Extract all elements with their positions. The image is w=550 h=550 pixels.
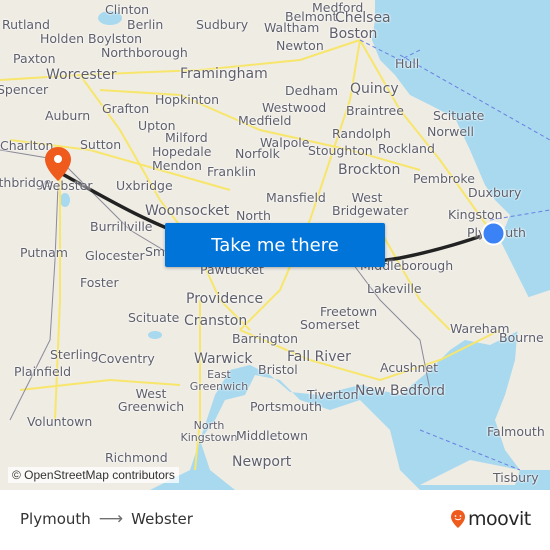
place-label: Plainfield bbox=[14, 364, 72, 379]
place-label: Barrington bbox=[232, 331, 299, 346]
place-label: Duxbury bbox=[468, 185, 522, 200]
place-label: Chelsea bbox=[335, 10, 391, 26]
place-label: Hull bbox=[395, 56, 420, 71]
place-label: Stoughton bbox=[308, 143, 373, 158]
place-label: Sutton bbox=[80, 137, 122, 152]
origin-dot-icon[interactable] bbox=[481, 221, 506, 246]
place-label: Mansfield bbox=[266, 190, 326, 205]
place-label: Voluntown bbox=[27, 414, 93, 429]
place-label: Warwick bbox=[194, 351, 253, 367]
place-label: Newport bbox=[232, 454, 292, 470]
route-title: Plymouth ⟶ Webster bbox=[20, 509, 193, 529]
place-label: New Bedford bbox=[355, 383, 445, 399]
place-label: Holden bbox=[40, 31, 85, 46]
place-label: Lakeville bbox=[367, 281, 422, 296]
place-label: Waltham bbox=[264, 20, 320, 35]
origin-name: Plymouth bbox=[20, 510, 91, 528]
moovit-wordmark: moovit bbox=[468, 508, 531, 530]
place-label: Norfolk bbox=[235, 146, 280, 161]
place-label: Northborough bbox=[101, 45, 188, 60]
place-label: Hopkinton bbox=[155, 92, 220, 107]
place-label: Middletown bbox=[236, 428, 308, 443]
place-label: Richmond bbox=[105, 450, 168, 465]
place-label: Paxton bbox=[13, 51, 56, 66]
destination-pin-icon[interactable] bbox=[44, 146, 72, 182]
destination-name: Webster bbox=[131, 510, 193, 528]
place-label: Bristol bbox=[258, 362, 298, 377]
map-attribution[interactable]: © OpenStreetMap contributors bbox=[8, 467, 179, 483]
place-label: West Bridgewater bbox=[332, 190, 409, 219]
place-label: Kingston bbox=[448, 207, 503, 222]
place-label: Rutland bbox=[2, 17, 50, 32]
place-label: Mendon bbox=[152, 158, 202, 173]
place-label: Rockland bbox=[378, 141, 435, 156]
place-label: Milford bbox=[165, 130, 208, 145]
place-label: Dedham bbox=[285, 83, 339, 98]
place-label: Cranston bbox=[184, 313, 248, 329]
place-label: Boylston bbox=[88, 31, 143, 46]
place-label: North Kingstown bbox=[180, 419, 238, 444]
place-label: Burrillville bbox=[90, 219, 153, 234]
place-label: Falmouth bbox=[487, 424, 545, 439]
map[interactable]: Rutland Clinton Berlin Holden Boylston Northb… bbox=[0, 0, 550, 490]
place-label: Glocester bbox=[85, 248, 145, 263]
place-label: Woonsocket bbox=[145, 203, 230, 219]
arrow-right-icon: ⟶ bbox=[98, 509, 124, 529]
place-label: Acushnet bbox=[380, 360, 439, 375]
place-label: Spencer bbox=[0, 82, 49, 97]
place-label: Tisbury bbox=[493, 470, 539, 485]
place-label: Hopedale bbox=[152, 144, 212, 159]
place-label: Boston bbox=[329, 26, 378, 42]
scituate-reservoir bbox=[148, 331, 162, 339]
place-label: Franklin bbox=[207, 164, 257, 179]
place-label: Sterling bbox=[50, 347, 99, 362]
footer: Plymouth ⟶ Webster moovit bbox=[0, 490, 550, 550]
place-label: Sudbury bbox=[196, 17, 249, 32]
place-label: East Greenwich bbox=[189, 368, 249, 393]
place-label: Pembroke bbox=[413, 171, 475, 186]
moovit-pin-icon bbox=[451, 510, 465, 528]
place-label: Bourne bbox=[499, 330, 544, 345]
place-label: Coventry bbox=[98, 351, 155, 366]
place-label: Brockton bbox=[338, 162, 401, 178]
place-label: Braintree bbox=[346, 103, 404, 118]
place-label: Framingham bbox=[180, 66, 268, 82]
lake bbox=[60, 193, 70, 207]
place-label: Grafton bbox=[102, 101, 150, 116]
take-me-there-button[interactable]: Take me there bbox=[165, 223, 385, 267]
place-label: Clinton bbox=[105, 2, 150, 17]
place-label: Auburn bbox=[45, 108, 91, 123]
place-label: Uxbridge bbox=[116, 178, 173, 193]
place-label: West Greenwich bbox=[117, 386, 185, 415]
place-label: Portsmouth bbox=[250, 399, 322, 414]
place-label: North bbox=[236, 208, 271, 223]
place-label: Berlin bbox=[127, 17, 164, 32]
place-label: Providence bbox=[186, 291, 264, 307]
place-label: Scituate bbox=[433, 108, 485, 123]
place-label: Worcester bbox=[46, 67, 117, 83]
moovit-logo[interactable]: moovit bbox=[450, 508, 531, 530]
place-label: Newton bbox=[276, 38, 324, 53]
place-label: Scituate bbox=[128, 310, 180, 325]
place-label: Randolph bbox=[332, 126, 391, 141]
place-label: Putnam bbox=[20, 245, 68, 260]
place-label: Medfield bbox=[238, 113, 292, 128]
place-label: Quincy bbox=[350, 81, 399, 97]
place-label: Somerset bbox=[300, 317, 360, 332]
place-label: Norwell bbox=[427, 124, 474, 139]
place-label: Foster bbox=[80, 275, 119, 290]
